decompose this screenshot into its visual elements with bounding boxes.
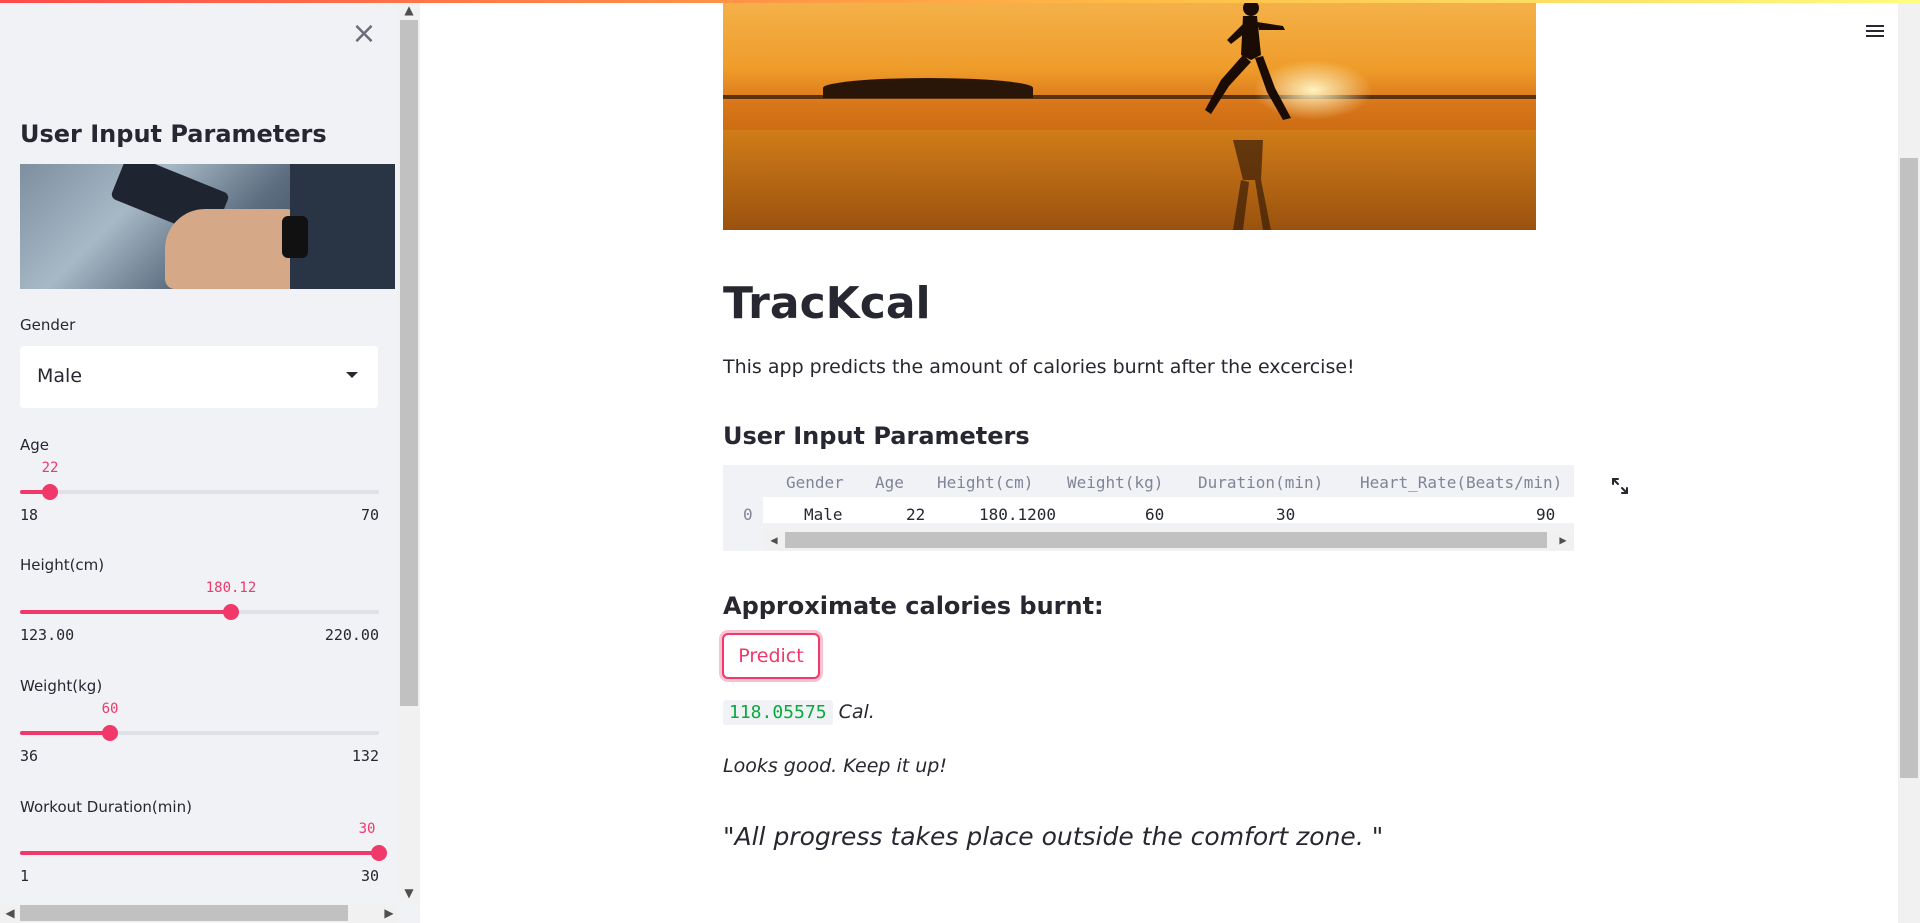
duration-slider-thumb[interactable] xyxy=(371,845,387,861)
table-cell: 60 xyxy=(1145,505,1165,524)
fullscreen-icon[interactable] xyxy=(1610,476,1630,496)
column-header[interactable]: Heart_Rate(Beats/min) xyxy=(1360,473,1562,492)
sidebar: × User Input Parameters Gender Male Age … xyxy=(0,0,420,923)
runner-beach-sunset-image xyxy=(723,0,1536,230)
scroll-right-icon[interactable]: ▶ xyxy=(380,903,398,923)
feedback-message: Looks good. Keep it up! xyxy=(723,755,947,777)
scroll-left-icon[interactable]: ◀ xyxy=(764,530,784,550)
gender-select-value: Male xyxy=(37,365,83,387)
dataframe-horizontal-scrollbar[interactable]: ◀ ▶ xyxy=(763,530,1574,550)
motivational-quote: "All progress takes place outside the co… xyxy=(723,822,1384,851)
duration-slider[interactable]: 30 1 30 xyxy=(20,817,387,887)
sidebar-scroll-thumb[interactable] xyxy=(400,20,418,706)
duration-label: Workout Duration(min) xyxy=(20,798,192,816)
weight-slider[interactable]: 60 36 132 xyxy=(20,697,379,767)
sidebar-horizontal-scrollbar[interactable]: ◀ ▶ xyxy=(0,903,398,923)
main-scroll-thumb[interactable] xyxy=(1900,158,1918,778)
table-cell: 22 xyxy=(906,505,926,524)
duration-slider-fill xyxy=(20,851,379,855)
gender-select[interactable]: Male xyxy=(20,346,378,408)
column-header[interactable]: Height(cm) xyxy=(937,473,1033,492)
age-label: Age xyxy=(20,436,50,454)
weight-slider-max: 132 xyxy=(351,747,379,765)
height-slider[interactable]: 180.12 123.00 220.00 xyxy=(20,576,379,646)
sidebar-vertical-scrollbar[interactable]: ▲ ▼ xyxy=(398,0,420,903)
main-vertical-scrollbar[interactable] xyxy=(1898,0,1920,923)
weight-slider-thumb[interactable] xyxy=(102,725,118,741)
gender-label: Gender xyxy=(20,316,76,334)
chevron-down-icon xyxy=(346,372,358,378)
duration-slider-min: 1 xyxy=(20,867,30,885)
duration-slider-max: 30 xyxy=(360,867,379,885)
calories-value: 118.05575 xyxy=(723,700,833,725)
table-cell: 180.1200 xyxy=(979,505,1057,524)
hamburger-menu-icon[interactable] xyxy=(1864,22,1886,40)
height-slider-value: 180.12 xyxy=(205,580,257,596)
column-header[interactable]: Age xyxy=(875,473,904,492)
prediction-result: 118.05575 Cal. xyxy=(723,700,875,725)
page-title: TracKcal xyxy=(723,278,931,329)
age-slider-value: 22 xyxy=(41,460,59,476)
height-label: Height(cm) xyxy=(20,556,105,574)
close-sidebar-icon[interactable]: × xyxy=(350,19,378,49)
table-cell: 30 xyxy=(1276,505,1296,524)
predict-button[interactable]: Predict xyxy=(722,633,820,679)
weight-slider-fill xyxy=(20,731,110,735)
scroll-left-icon[interactable]: ◀ xyxy=(1,903,19,923)
age-slider-max: 70 xyxy=(360,506,379,524)
sidebar-hscroll-thumb[interactable] xyxy=(20,905,348,921)
scroll-down-icon[interactable]: ▼ xyxy=(398,885,420,901)
top-decoration-bar xyxy=(0,0,1920,3)
calories-unit: Cal. xyxy=(838,701,875,723)
column-header[interactable]: Weight(kg) xyxy=(1067,473,1163,492)
height-slider-fill xyxy=(20,610,231,614)
phone-usage-image xyxy=(20,164,395,289)
params-heading: User Input Parameters xyxy=(723,422,1030,450)
scroll-up-icon[interactable]: ▲ xyxy=(398,2,420,18)
weight-slider-value: 60 xyxy=(101,701,119,717)
table-cell: Male xyxy=(804,505,843,524)
weight-label: Weight(kg) xyxy=(20,677,103,695)
duration-slider-value: 30 xyxy=(358,821,376,837)
scroll-right-icon[interactable]: ▶ xyxy=(1553,530,1573,550)
table-cell: 90 xyxy=(1536,505,1556,524)
params-dataframe[interactable]: Gender Age Height(cm) Weight(kg) Duratio… xyxy=(723,465,1574,551)
dataframe-scroll-thumb[interactable] xyxy=(785,532,1547,548)
height-slider-max: 220.00 xyxy=(324,626,379,644)
weight-slider-min: 36 xyxy=(20,747,39,765)
column-header[interactable]: Gender xyxy=(786,473,844,492)
calories-heading: Approximate calories burnt: xyxy=(723,592,1104,620)
age-slider-min: 18 xyxy=(20,506,39,524)
height-slider-thumb[interactable] xyxy=(223,604,239,620)
height-slider-min: 123.00 xyxy=(20,626,75,644)
age-slider[interactable]: 22 18 70 xyxy=(20,456,379,526)
column-header[interactable]: Duration(min) xyxy=(1198,473,1323,492)
table-row: Male 22 180.1200 60 30 90 xyxy=(763,497,1574,524)
app-description: This app predicts the amount of calories… xyxy=(723,356,1355,378)
age-slider-thumb[interactable] xyxy=(42,484,58,500)
sidebar-title: User Input Parameters xyxy=(20,120,327,148)
row-index: 0 xyxy=(743,505,753,524)
